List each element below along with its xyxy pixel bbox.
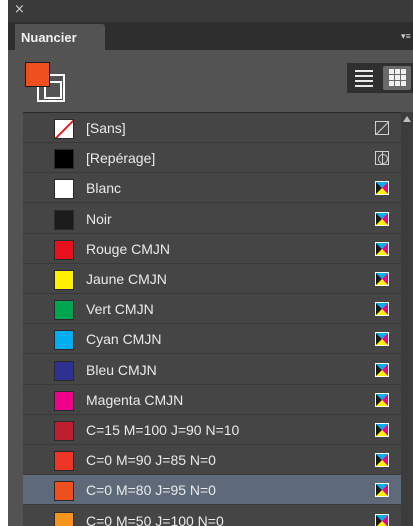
- swatch-color-chip: [54, 119, 74, 139]
- fill-stroke-swatch[interactable]: [25, 62, 67, 104]
- swatch-row[interactable]: Magenta CMJN: [23, 385, 401, 415]
- process-color-icon: [375, 272, 389, 286]
- scroll-up-icon[interactable]: [403, 116, 411, 122]
- panel-menu-icon[interactable]: ▾≡: [401, 29, 413, 43]
- tab-nuancier[interactable]: Nuancier: [15, 24, 105, 50]
- process-color-icon: [375, 392, 389, 407]
- swatch-label: Rouge CMJN: [86, 240, 171, 257]
- swatch-row[interactable]: C=15 M=100 J=90 N=10: [23, 415, 401, 445]
- swatch-label: C=15 M=100 J=90 N=10: [86, 422, 240, 438]
- swatch-color-chip: [54, 209, 74, 230]
- swatch-list: [Sans] [Repérage] Blanc Noir Rouge CMJN Jaune…: [23, 112, 401, 526]
- swatch-row[interactable]: C=0 M=80 J=95 N=0: [23, 475, 401, 506]
- registration-icon: [375, 151, 389, 166]
- swatch-label: [Repérage]: [86, 150, 156, 167]
- process-color-icon: [375, 483, 389, 498]
- swatch-color-chip: [54, 511, 74, 526]
- process-color-icon: [375, 181, 389, 196]
- tab-strip: Nuancier: [8, 22, 413, 50]
- swatch-row[interactable]: C=0 M=50 J=100 N=0: [23, 506, 401, 526]
- swatch-color-chip: [54, 300, 74, 321]
- swatch-label: Blanc: [86, 180, 122, 197]
- swatch-label: Magenta CMJN: [86, 391, 184, 408]
- swatch-color-chip: [54, 179, 74, 200]
- fill-swatch[interactable]: [25, 62, 50, 87]
- grid-view-icon[interactable]: [383, 66, 411, 90]
- swatch-color-chip: [54, 360, 74, 381]
- process-color-icon: [375, 241, 389, 256]
- swatch-color-chip: [54, 451, 74, 472]
- scrollbar[interactable]: [401, 112, 413, 526]
- process-color-icon: [375, 513, 389, 526]
- view-mode-buttons: [347, 63, 413, 93]
- swatch-row[interactable]: Rouge CMJN: [23, 234, 401, 264]
- swatch-row[interactable]: Blanc: [23, 173, 401, 204]
- swatch-color-chip: [54, 421, 74, 441]
- swatch-label: Vert CMJN: [86, 301, 154, 318]
- swatch-row[interactable]: C=0 M=90 J=85 N=0: [23, 445, 401, 476]
- swatch-label: Bleu CMJN: [86, 361, 157, 378]
- swatch-row[interactable]: Vert CMJN: [23, 294, 401, 325]
- swatch-row[interactable]: Jaune CMJN: [23, 264, 401, 294]
- swatch-row[interactable]: [Sans]: [23, 113, 401, 143]
- swatch-label: C=0 M=90 J=85 N=0: [86, 452, 216, 469]
- swatch-row[interactable]: Noir: [23, 204, 401, 234]
- swatch-color-chip: [54, 270, 74, 290]
- swatch-label: Jaune CMJN: [86, 271, 167, 287]
- swatch-color-chip: [54, 239, 74, 260]
- process-color-icon: [375, 423, 389, 437]
- process-color-icon: [375, 302, 389, 317]
- swatch-label: C=0 M=80 J=95 N=0: [86, 482, 216, 499]
- swatch-label: Noir: [86, 210, 112, 227]
- swatch-color-chip: [54, 481, 74, 502]
- swatches-panel: × Nuancier ▾≡ [Sans] [Repérage] Blanc Noir R…: [8, 0, 413, 526]
- process-color-icon: [375, 453, 389, 468]
- process-color-icon: [375, 332, 389, 347]
- swatch-color-chip: [54, 390, 74, 411]
- panel-title-bar: ×: [8, 0, 413, 22]
- process-color-icon: [375, 362, 389, 377]
- swatch-label: [Sans]: [86, 120, 126, 136]
- none-swatch-icon: [375, 121, 389, 135]
- process-color-icon: [375, 211, 389, 226]
- swatch-row[interactable]: Bleu CMJN: [23, 355, 401, 385]
- swatch-color-chip: [54, 149, 74, 170]
- close-icon[interactable]: ×: [14, 3, 26, 16]
- list-view-icon[interactable]: [355, 70, 373, 87]
- swatch-label: Cyan CMJN: [86, 331, 162, 348]
- swatch-color-chip: [54, 330, 74, 351]
- swatch-row[interactable]: Cyan CMJN: [23, 324, 401, 355]
- swatch-label: C=0 M=50 J=100 N=0: [86, 512, 224, 526]
- swatch-row[interactable]: [Repérage]: [23, 143, 401, 174]
